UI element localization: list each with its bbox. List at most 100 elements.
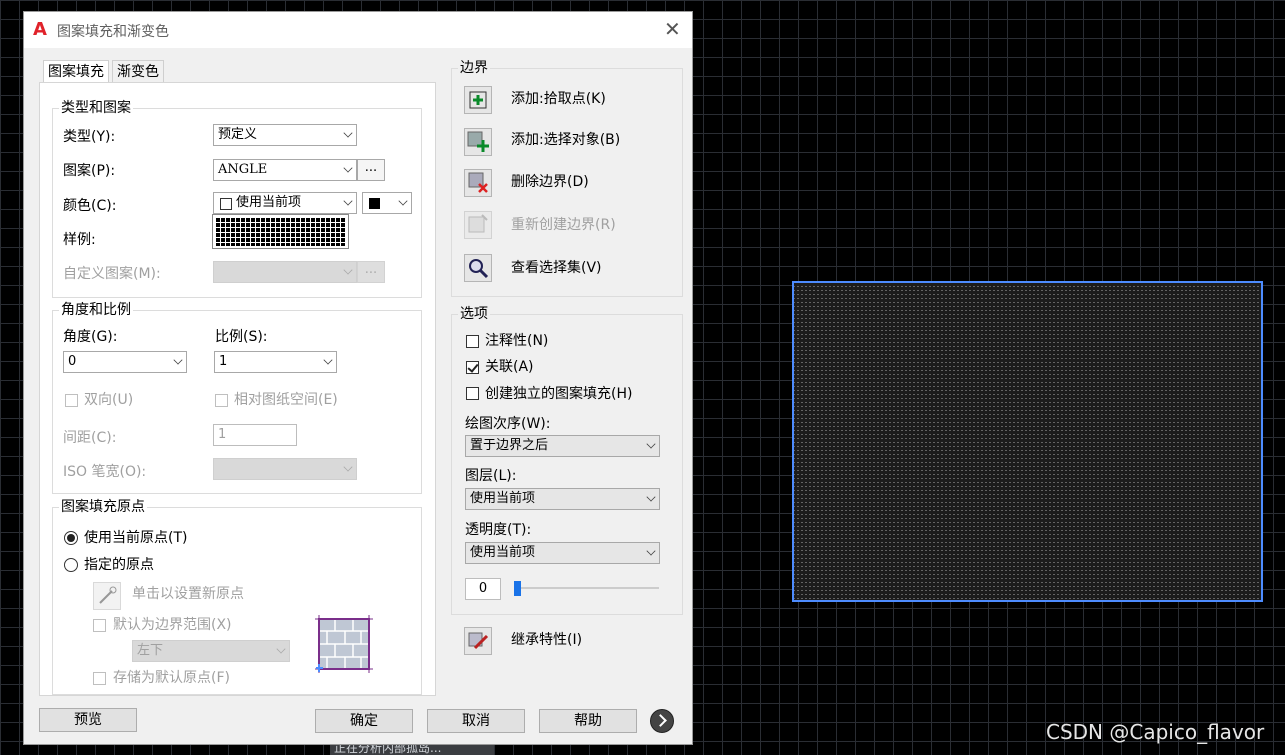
separate-hatches-checkbox[interactable] xyxy=(466,387,479,400)
default-extents-checkbox[interactable] xyxy=(93,619,106,632)
spacing-input[interactable]: 1 xyxy=(213,424,297,446)
tab-hatch[interactable]: 图案填充 xyxy=(43,60,109,82)
cancel-button[interactable]: 取消 xyxy=(427,709,525,733)
annotative-label: 注释性(N) xyxy=(485,333,549,349)
recreate-boundary-icon xyxy=(468,214,488,233)
recreate-boundary-button[interactable] xyxy=(464,211,492,239)
close-icon[interactable]: ✕ xyxy=(664,18,681,40)
chevron-down-icon xyxy=(343,265,353,275)
double-checkbox[interactable] xyxy=(65,394,78,407)
scale-value: 1 xyxy=(219,354,228,369)
associative-label: 关联(A) xyxy=(485,359,534,375)
chevron-down-icon xyxy=(398,196,408,206)
chevron-right-icon xyxy=(654,714,667,727)
color-label: 颜色(C): xyxy=(63,198,117,214)
set-origin-button[interactable] xyxy=(93,582,121,610)
layer-value: 使用当前项 xyxy=(470,491,536,506)
custom-pattern-label: 自定义图案(M): xyxy=(63,266,161,282)
pattern-value: ANGLE xyxy=(218,162,268,177)
sample-label: 样例: xyxy=(63,232,96,248)
hatch-dialog: A 图案填充和渐变色 ✕ 图案填充 渐变色 类型和图案 类型(Y): 预定义 图… xyxy=(23,11,693,745)
boundaries-legend: 边界 xyxy=(458,60,490,76)
default-extents-label: 默认为边界范围(X) xyxy=(113,617,232,633)
chevron-down-icon xyxy=(276,644,286,654)
inherit-properties-label[interactable]: 继承特性(I) xyxy=(511,631,582,649)
angle-select[interactable]: 0 xyxy=(63,351,187,373)
custom-browse-button[interactable]: ... xyxy=(357,261,385,283)
transparency-amount-input[interactable]: 0 xyxy=(465,578,501,600)
title-bar: A 图案填充和渐变色 ✕ xyxy=(24,12,692,48)
type-select[interactable]: 预定义 xyxy=(213,124,357,146)
relative-paperspace-label: 相对图纸空间(E) xyxy=(234,392,338,408)
remove-boundary-icon xyxy=(468,172,488,193)
remove-boundaries-label[interactable]: 删除边界(D) xyxy=(511,173,589,191)
angle-value: 0 xyxy=(68,354,77,369)
draw-order-select[interactable]: 置于边界之后 xyxy=(465,435,660,457)
draw-order-value: 置于边界之后 xyxy=(470,438,549,453)
preview-button[interactable]: 预览 xyxy=(39,708,137,732)
watermark: CSDN @Capico_flavor xyxy=(1046,720,1265,744)
spacing-label: 间距(C): xyxy=(63,430,117,446)
angle-label: 角度(G): xyxy=(63,329,118,345)
pattern-browse-button[interactable]: ... xyxy=(357,159,385,181)
tab-gradient[interactable]: 渐变色 xyxy=(112,60,164,82)
iso-pen-label: ISO 笔宽(O): xyxy=(63,464,147,480)
ok-button[interactable]: 确定 xyxy=(315,709,413,733)
origin-preview-icon xyxy=(315,615,373,673)
type-label: 类型(Y): xyxy=(63,129,116,145)
inherit-properties-button[interactable] xyxy=(464,627,492,655)
transparency-slider-track[interactable] xyxy=(515,587,659,589)
associative-checkbox[interactable] xyxy=(466,361,479,374)
remove-boundaries-button[interactable] xyxy=(464,169,492,197)
pattern-select[interactable]: ANGLE xyxy=(213,159,357,181)
view-selection-label[interactable]: 查看选择集(V) xyxy=(511,259,602,277)
select-objects-icon xyxy=(467,131,489,152)
angle-scale-legend: 角度和比例 xyxy=(59,302,133,318)
chevron-down-icon xyxy=(173,355,183,365)
pick-origin-icon xyxy=(99,586,117,604)
pick-points-icon xyxy=(469,91,487,109)
specified-origin-radio[interactable] xyxy=(64,558,78,572)
hatched-rectangle[interactable] xyxy=(792,281,1263,602)
chevron-down-icon xyxy=(343,163,353,173)
annotative-checkbox[interactable] xyxy=(466,335,479,348)
chevron-down-icon xyxy=(343,462,353,472)
layer-label: 图层(L): xyxy=(465,468,517,484)
transparency-slider-thumb[interactable] xyxy=(514,581,521,596)
pattern-sample[interactable] xyxy=(212,214,349,249)
specified-origin-label: 指定的原点 xyxy=(84,557,154,573)
store-default-checkbox[interactable] xyxy=(93,672,106,685)
inherit-brush-icon xyxy=(468,632,489,650)
background-color-select[interactable] xyxy=(362,192,412,214)
add-pick-button[interactable] xyxy=(464,86,492,114)
add-select-label[interactable]: 添加:选择对象(B) xyxy=(511,131,620,149)
origin-position-select[interactable]: 左下 xyxy=(132,640,290,662)
relative-paperspace-checkbox[interactable] xyxy=(215,394,228,407)
add-pick-label[interactable]: 添加:拾取点(K) xyxy=(511,90,606,108)
more-options-button[interactable] xyxy=(650,709,674,733)
color-value: 使用当前项 xyxy=(236,195,302,210)
help-button[interactable]: 帮助 xyxy=(539,709,637,733)
layer-select[interactable]: 使用当前项 xyxy=(465,488,660,510)
transparency-select[interactable]: 使用当前项 xyxy=(465,542,660,564)
dialog-title: 图案填充和渐变色 xyxy=(57,24,169,40)
recreate-boundary-label: 重新创建边界(R) xyxy=(511,217,616,233)
double-label: 双向(U) xyxy=(84,392,134,408)
custom-pattern-select[interactable] xyxy=(213,261,357,283)
origin-position-value: 左下 xyxy=(137,643,164,658)
use-current-origin-radio[interactable] xyxy=(64,531,78,545)
view-selection-button[interactable] xyxy=(464,254,492,282)
store-default-label: 存储为默认原点(F) xyxy=(113,670,230,686)
autocad-icon: A xyxy=(33,19,47,40)
chevron-down-icon xyxy=(343,196,353,206)
chevron-down-icon xyxy=(646,492,656,502)
chevron-down-icon xyxy=(323,355,333,365)
transparency-label: 透明度(T): xyxy=(465,522,532,538)
set-origin-label: 单击以设置新原点 xyxy=(132,586,244,602)
color-select[interactable]: 使用当前项 xyxy=(213,192,357,214)
black-swatch-icon xyxy=(369,198,380,209)
transparency-value: 使用当前项 xyxy=(470,545,536,560)
add-select-button[interactable] xyxy=(464,128,492,156)
iso-pen-select[interactable] xyxy=(213,458,357,480)
scale-select[interactable]: 1 xyxy=(214,351,337,373)
